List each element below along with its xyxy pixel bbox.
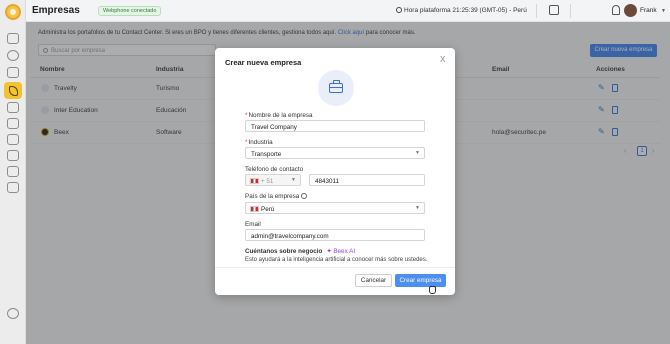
peru-flag-icon [250,206,259,212]
about-business-hint: Esto ayudará a la inteligencia artificia… [245,257,428,263]
info-icon [301,193,308,199]
header-divider [570,4,571,18]
eye-icon[interactable] [7,50,19,61]
bell-icon[interactable] [612,5,620,15]
close-icon[interactable]: X [440,55,445,64]
country-label: País de la empresa [245,193,308,200]
create-company-modal: Crear nueva empresa X *Nombre de la empr… [215,48,455,295]
company-name-value: Travel Company [251,123,297,131]
phone-country-code-select[interactable]: + 51 ▼ [245,174,301,186]
user-name[interactable]: Frank [640,7,657,14]
create-company-submit-button[interactable]: Crear empresa [395,274,446,287]
modal-title: Crear nueva empresa [225,58,302,67]
chevron-down-icon: ▼ [291,177,296,183]
company-name-input[interactable]: Travel Company [245,120,425,132]
email-input[interactable]: admin@travelcompany.com [245,229,425,241]
cancel-button[interactable]: Cancelar [355,274,392,287]
hand-cursor-icon [429,286,436,294]
peru-flag-icon [250,178,259,184]
calendar-icon[interactable] [7,182,19,193]
users-icon[interactable] [7,102,19,113]
beex-ai-tag[interactable]: ✦ Beex AI [326,248,355,255]
platform-time: Hora plataforma 21:25:39 (GMT-05) - Perú [404,7,527,14]
briefcase-icon [318,70,354,106]
webphone-status-badge: Webphone conectado [98,6,162,16]
email-label: Email [245,221,261,228]
chevron-down-icon: ▼ [415,150,420,156]
settings-gear-icon[interactable] [7,308,19,319]
chevron-down-icon[interactable]: ▼ [661,8,666,14]
company-name-label: *Nombre de la empresa [245,112,313,119]
industry-select[interactable]: Transporte ▼ [245,147,425,159]
page-title: Empresas [32,5,80,16]
campaigns-icon[interactable] [7,118,19,129]
clock-icon [396,7,402,13]
chart-icon[interactable] [7,166,19,177]
phone-value: 4843011 [315,177,340,185]
phone-label: Teléfono de contacto [245,166,304,173]
phone-input[interactable]: 4843011 [309,174,425,186]
dashboard-icon[interactable] [7,33,19,44]
phone-code-value: + 51 [261,177,274,185]
inbox-icon[interactable] [7,134,19,145]
sparkle-icon: ✦ [326,248,332,255]
about-business-label: Cuéntanos sobre negocio ✦ Beex AI [245,248,356,255]
email-value: admin@travelcompany.com [251,232,329,240]
contacts-icon[interactable] [7,67,19,78]
top-header: Empresas Webphone conectado Hora platafo… [26,0,670,22]
sidebar [0,0,26,344]
dialer-icon[interactable] [549,5,559,15]
brand-logo[interactable] [5,4,21,20]
header-divider [536,4,537,18]
industry-value: Transporte [251,150,282,158]
list-icon[interactable] [7,150,19,161]
chevron-down-icon: ▼ [415,205,420,211]
industry-label: *Industria [245,139,273,146]
companies-nav-icon[interactable] [4,82,22,99]
avatar[interactable] [624,4,637,17]
footer-divider [215,267,455,268]
country-select[interactable]: Perú ▼ [245,202,425,214]
country-value: Perú [261,205,275,213]
